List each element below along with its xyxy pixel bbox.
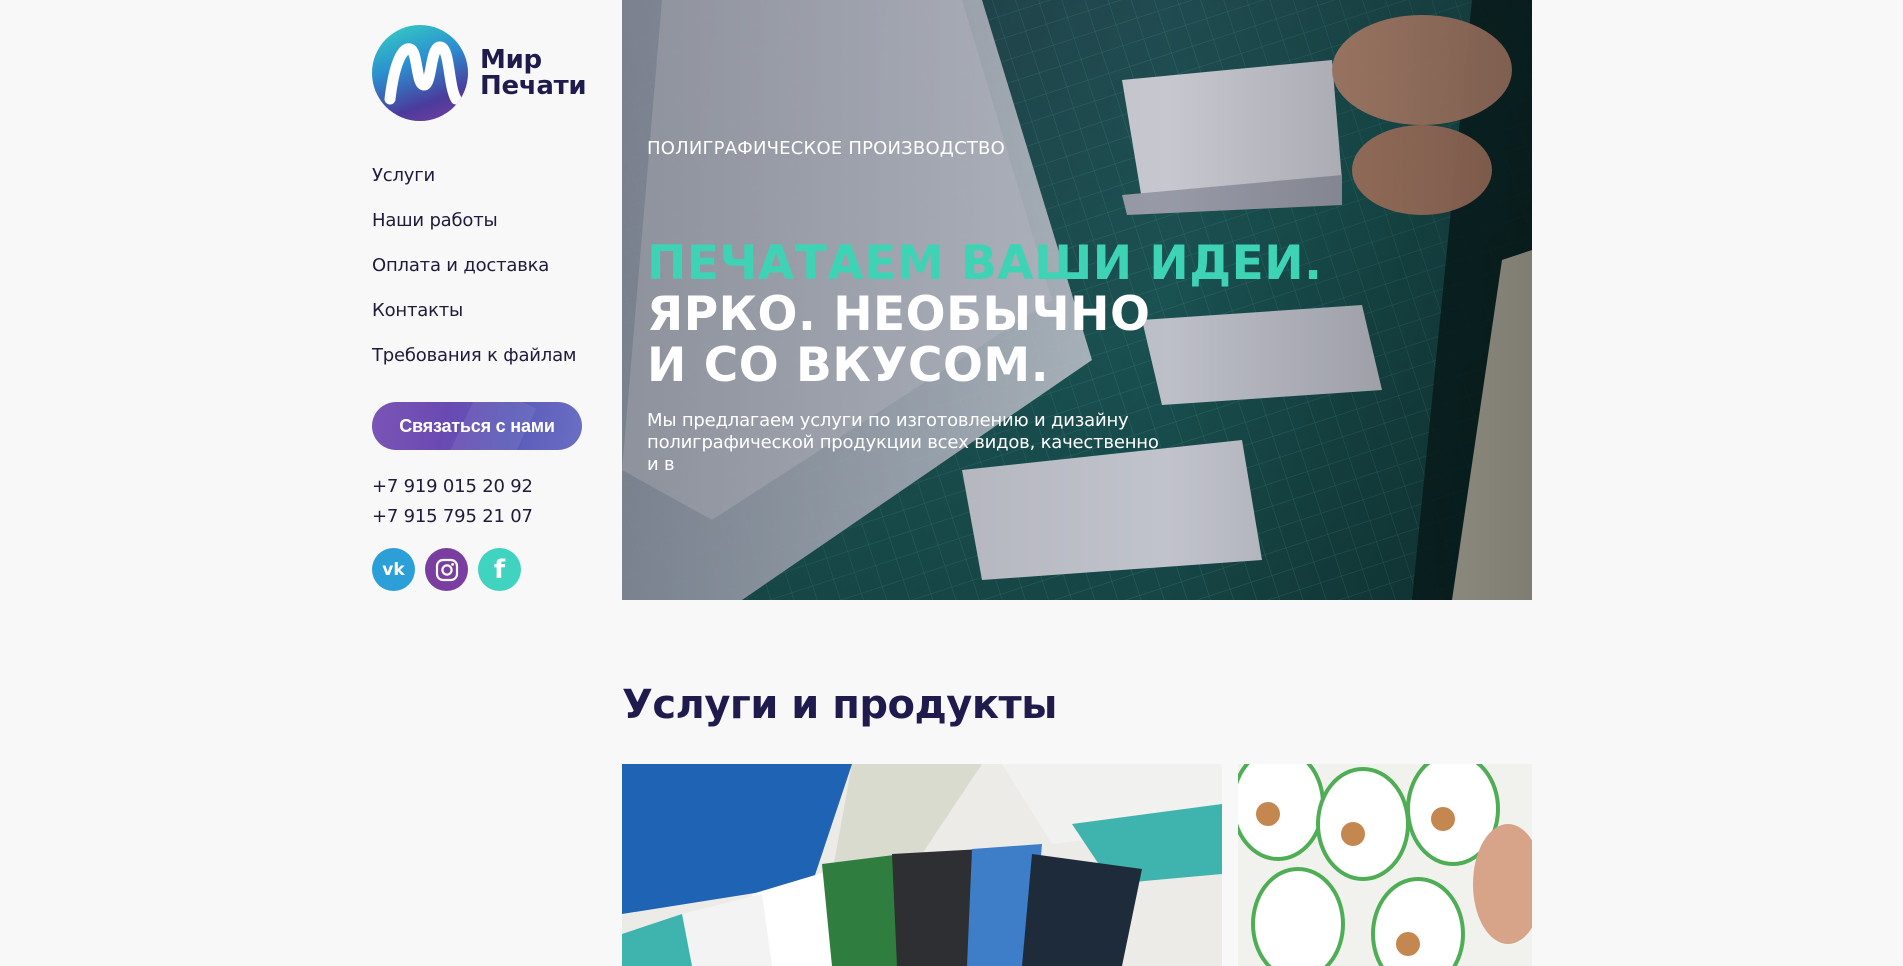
phone-link-2[interactable]: +7 915 795 21 07 xyxy=(372,502,602,532)
sidebar: Мир Печати Услуги Наши работы Оплата и д… xyxy=(372,24,602,591)
phone-link-1[interactable]: +7 919 015 20 92 xyxy=(372,472,602,502)
hero-description: Мы предлагаем услуги по изготовлению и д… xyxy=(647,410,1159,475)
hero-headline: ПЕЧАТАЕМ ВАШИ ИДЕИ. ЯРКО. НЕОБЫЧНО И СО … xyxy=(647,238,1322,391)
main-nav: Услуги Наши работы Оплата и доставка Кон… xyxy=(372,164,602,389)
nav-item-payment-delivery[interactable]: Оплата и доставка xyxy=(372,254,602,299)
service-card-stickers[interactable] xyxy=(1238,764,1532,966)
contact-us-button[interactable]: Связаться с нами xyxy=(372,402,582,450)
logo-mark-icon xyxy=(372,25,468,121)
phone-list: +7 919 015 20 92 +7 915 795 21 07 xyxy=(372,472,602,532)
brand-line-2: Печати xyxy=(480,71,587,101)
hero-headline-line-3: И СО ВКУСОМ. xyxy=(647,338,1050,393)
service-card-booklets[interactable] xyxy=(622,764,1222,966)
nav-item-contacts[interactable]: Контакты xyxy=(372,299,602,344)
hero-headline-accent: ПЕЧАТАЕМ ВАШИ ИДЕИ. xyxy=(647,236,1323,291)
facebook-icon[interactable]: f xyxy=(478,548,521,591)
hero-headline-line-2: ЯРКО. НЕОБЫЧНО xyxy=(647,287,1151,342)
hero-banner: ПОЛИГРАФИЧЕСКОЕ ПРОИЗВОДСТВО ПЕЧАТАЕМ ВА… xyxy=(622,0,1532,600)
hero-eyebrow: ПОЛИГРАФИЧЕСКОЕ ПРОИЗВОДСТВО xyxy=(647,138,1005,159)
logo[interactable]: Мир Печати xyxy=(372,24,602,122)
service-card-image xyxy=(1238,764,1532,966)
nav-item-file-requirements[interactable]: Требования к файлам xyxy=(372,344,602,389)
nav-item-works[interactable]: Наши работы xyxy=(372,209,602,254)
nav-item-services[interactable]: Услуги xyxy=(372,164,602,209)
brand-line-1: Мир xyxy=(480,45,542,75)
services-title: Услуги и продукты xyxy=(622,682,1057,728)
instagram-icon[interactable] xyxy=(425,548,468,591)
social-links: vk f xyxy=(372,548,602,591)
logo-text: Мир Печати xyxy=(480,45,587,101)
vk-icon[interactable]: vk xyxy=(372,548,415,591)
service-card-image xyxy=(622,764,1222,966)
